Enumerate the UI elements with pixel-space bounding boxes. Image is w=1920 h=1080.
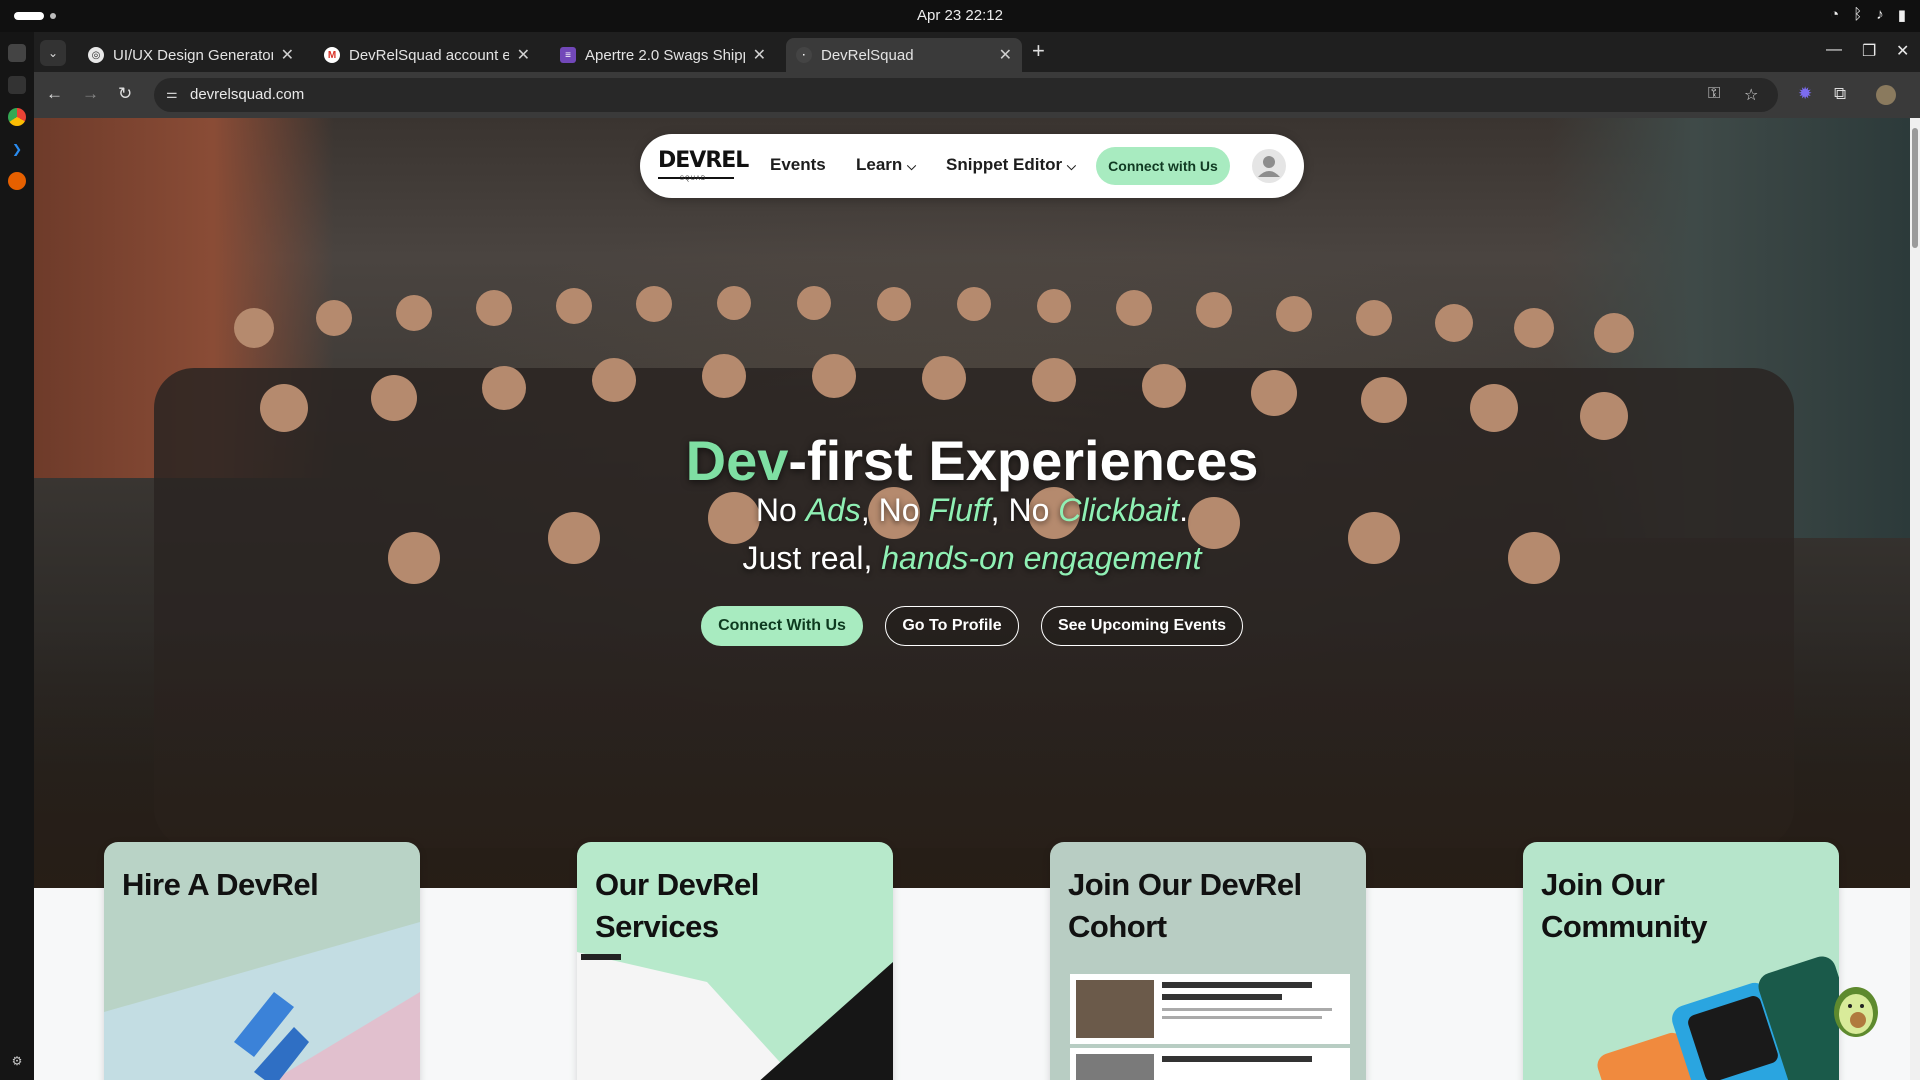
close-tab-icon[interactable]: ✕	[517, 45, 530, 65]
site-info-icon[interactable]: ⚌	[166, 86, 178, 102]
reload-icon[interactable]: ↻	[118, 84, 132, 104]
logo-text: DEVREL	[658, 148, 749, 173]
nav-link-learn-label: Learn	[856, 155, 903, 174]
system-tray[interactable]: ◔ ᛒ ♪ ▮	[1830, 6, 1906, 24]
system-clock[interactable]: Apr 23 22:12	[0, 7, 1920, 24]
tab-devrelsquad[interactable]: · DevRelSquad ✕	[786, 38, 1022, 72]
bookmark-star-icon[interactable]: ☆	[1744, 85, 1758, 105]
battery-icon: ▮	[1897, 7, 1906, 24]
system-top-bar: Apr 23 22:12 ◔ ᛒ ♪ ▮	[0, 0, 1920, 32]
hero-subtitle-line1: No Ads, No Fluff, No Clickbait.	[34, 492, 1910, 529]
close-tab-icon[interactable]: ✕	[999, 45, 1012, 65]
text-span: , No	[860, 492, 929, 528]
nav-link-events[interactable]: Events	[770, 155, 826, 175]
wifi-icon: ◔	[1830, 6, 1840, 23]
user-silhouette-icon	[1258, 156, 1280, 177]
close-tab-icon[interactable]: ✕	[753, 45, 766, 65]
tab-title: UI/UX Design Generator	[113, 46, 273, 64]
highlight-span: Ads	[805, 492, 861, 528]
tab-title: DevRelSquad	[821, 46, 914, 64]
volume-icon: ♪	[1876, 6, 1884, 23]
scrollbar-thumb[interactable]	[1912, 128, 1918, 248]
menu-kebab-icon[interactable]: ⋮	[1914, 84, 1920, 104]
hero-title-accent: Dev	[685, 429, 789, 492]
forward-icon[interactable]: →	[82, 84, 99, 104]
gmail-icon: M	[324, 47, 340, 63]
close-tab-icon[interactable]: ✕	[281, 45, 294, 65]
devrelsquad-logo[interactable]: DEVREL SQUAD	[658, 148, 749, 186]
connect-with-us-button[interactable]: Connect With Us	[701, 606, 863, 646]
nav-connect-button[interactable]: Connect with Us	[1096, 147, 1230, 185]
hero-section: DEVREL SQUAD Events Learn ⌵ Snippet Edit…	[34, 118, 1910, 888]
highlight-span: Clickbait	[1058, 492, 1180, 528]
new-tab-icon[interactable]: +	[1032, 38, 1045, 64]
chevron-down-icon: ⌵	[1066, 159, 1077, 173]
tab-uiux-design-generator[interactable]: ◎ UI/UX Design Generator ✕	[78, 38, 304, 72]
webpage: DEVREL SQUAD Events Learn ⌵ Snippet Edit…	[34, 118, 1910, 1080]
avocado-mascot-icon	[1834, 987, 1878, 1037]
vscode-icon[interactable]: ❯	[8, 140, 26, 158]
card-hire-devrel[interactable]: Hire A DevRel	[104, 842, 420, 1080]
logo-subtext: SQUAD	[680, 176, 707, 182]
extensions-puzzle-icon[interactable]: ⧉	[1834, 84, 1846, 104]
terminal-icon[interactable]	[8, 76, 26, 94]
user-avatar-icon[interactable]	[1252, 149, 1286, 183]
avocado-chat-widget-icon[interactable]	[1830, 980, 1882, 1038]
devrelsquad-icon: ·	[796, 47, 812, 63]
tab-title: Apertre 2.0 Swags Shipp	[585, 46, 745, 64]
minimize-icon[interactable]: —	[1826, 41, 1842, 59]
site-navbar: DEVREL SQUAD Events Learn ⌵ Snippet Edit…	[640, 134, 1304, 198]
text-span: , No	[990, 492, 1059, 528]
chevron-down-icon: ⌵	[907, 159, 917, 173]
close-window-icon[interactable]: ✕	[1896, 41, 1909, 61]
hero-title-rest: -first Experiences	[788, 429, 1259, 492]
openai-icon: ◎	[88, 47, 104, 63]
hero-title: Dev-first Experiences	[34, 428, 1910, 493]
text-span: Just real,	[742, 540, 882, 576]
chrome-icon[interactable]	[8, 108, 26, 126]
tab-apertre-forms[interactable]: ≡ Apertre 2.0 Swags Shipp ✕	[550, 38, 776, 72]
card-illustration	[1597, 956, 1839, 1080]
text-span: .	[1179, 492, 1189, 528]
tab-title: DevRelSquad account en	[349, 46, 509, 64]
back-icon[interactable]: ←	[46, 84, 63, 104]
card-illustration	[577, 952, 893, 1080]
nav-link-snippet-editor-label: Snippet Editor	[946, 155, 1063, 174]
bluetooth-icon: ᛒ	[1853, 6, 1863, 23]
nav-link-learn[interactable]: Learn ⌵	[856, 155, 916, 175]
text-span: No	[755, 492, 806, 528]
hero-subtitle-line2: Just real, hands-on engagement	[34, 540, 1910, 577]
extension-icon[interactable]: ✹	[1798, 84, 1812, 104]
highlight-span: hands-on engagement	[881, 540, 1202, 576]
card-illustration	[1070, 974, 1350, 1080]
address-bar[interactable]: ⚌ devrelsquad.com ⚿ ☆	[154, 78, 1778, 112]
firefox-icon[interactable]	[8, 172, 26, 190]
card-devrel-services[interactable]: Our DevRel Services	[577, 842, 893, 1080]
tab-strip: ⌄ ◎ UI/UX Design Generator ✕ M DevRelSqu…	[34, 32, 1920, 72]
files-icon[interactable]	[8, 44, 26, 62]
profile-avatar[interactable]	[1876, 85, 1896, 105]
app-dock: ❯ ⚙	[0, 32, 34, 1080]
page-scrollbar[interactable]	[1910, 118, 1920, 1080]
highlight-span: Fluff	[928, 492, 991, 528]
card-devrel-cohort[interactable]: Join Our DevRel Cohort	[1050, 842, 1366, 1080]
card-join-community[interactable]: Join Our Community	[1523, 842, 1839, 1080]
tab-gmail[interactable]: M DevRelSquad account en ✕	[314, 38, 540, 72]
url-text[interactable]: devrelsquad.com	[190, 86, 304, 103]
show-apps-icon[interactable]: ⚙	[8, 1052, 26, 1070]
browser-toolbar: ← → ↻ ⚌ devrelsquad.com ⚿ ☆ ✹ ⧉ ⋮	[34, 72, 1920, 118]
nav-link-snippet-editor[interactable]: Snippet Editor ⌵	[946, 155, 1076, 175]
password-key-icon[interactable]: ⚿	[1708, 85, 1720, 103]
go-to-profile-button[interactable]: Go To Profile	[885, 606, 1019, 646]
see-upcoming-events-button[interactable]: See Upcoming Events	[1041, 606, 1243, 646]
tab-search-icon[interactable]: ⌄	[40, 40, 66, 66]
restore-icon[interactable]: ❐	[1862, 41, 1876, 61]
card-illustration	[104, 922, 420, 1080]
forms-icon: ≡	[560, 47, 576, 63]
